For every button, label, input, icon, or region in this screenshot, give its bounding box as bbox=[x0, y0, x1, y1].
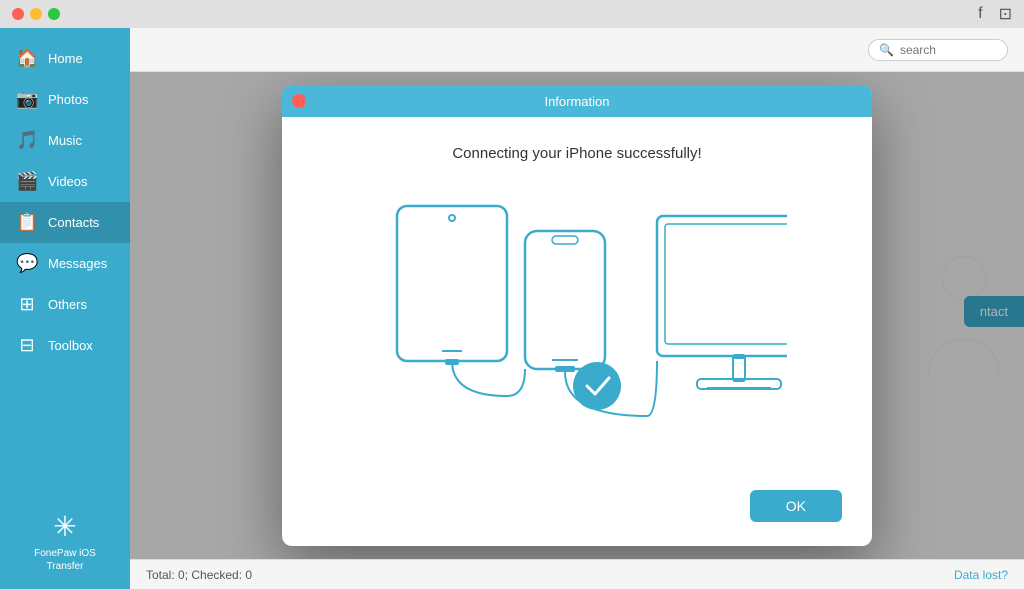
traffic-lights bbox=[12, 8, 60, 20]
search-input[interactable] bbox=[900, 43, 997, 57]
sidebar-item-toolbox[interactable]: ⊟ Toolbox bbox=[0, 325, 130, 366]
sidebar-item-messages[interactable]: 💬 Messages bbox=[0, 243, 130, 284]
videos-icon: 🎬 bbox=[16, 171, 38, 192]
app-name-label: FonePaw iOS Transfer bbox=[16, 547, 114, 573]
sidebar-item-home[interactable]: 🏠 Home bbox=[0, 38, 130, 79]
sidebar-item-contacts-label: Contacts bbox=[48, 215, 99, 230]
content-area: ntact Information Connecting your iPhone… bbox=[130, 72, 1024, 559]
contacts-icon: 📋 bbox=[16, 212, 38, 233]
sidebar-item-messages-label: Messages bbox=[48, 256, 107, 271]
modal-titlebar: Information bbox=[282, 85, 872, 117]
title-bar-right: f ⊡ bbox=[978, 4, 1012, 24]
toolbox-icon: ⊟ bbox=[16, 335, 38, 356]
connection-illustration bbox=[312, 186, 842, 446]
app-body: 🏠 Home 📷 Photos 🎵 Music 🎬 Videos 📋 Conta… bbox=[0, 28, 1024, 589]
sidebar-item-music-label: Music bbox=[48, 133, 82, 148]
photos-icon: 📷 bbox=[16, 89, 38, 110]
modal-close-button[interactable] bbox=[292, 94, 306, 108]
sidebar-item-others-label: Others bbox=[48, 297, 87, 312]
facebook-icon[interactable]: f bbox=[978, 5, 982, 23]
ok-button[interactable]: OK bbox=[750, 490, 842, 522]
sidebar-item-contacts[interactable]: 📋 Contacts bbox=[0, 202, 130, 243]
others-icon: ⊞ bbox=[16, 294, 38, 315]
messages-icon: 💬 bbox=[16, 253, 38, 274]
sidebar-bottom: ✳ FonePaw iOS Transfer bbox=[0, 494, 130, 589]
app-logo-icon: ✳ bbox=[53, 510, 76, 543]
sidebar-item-photos[interactable]: 📷 Photos bbox=[0, 79, 130, 120]
modal-overlay: Information Connecting your iPhone succe… bbox=[130, 72, 1024, 559]
title-bar: f ⊡ bbox=[0, 0, 1024, 28]
sidebar-item-home-label: Home bbox=[48, 51, 83, 66]
sidebar: 🏠 Home 📷 Photos 🎵 Music 🎬 Videos 📋 Conta… bbox=[0, 28, 130, 589]
status-text: Total: 0; Checked: 0 bbox=[146, 568, 252, 582]
search-box[interactable]: 🔍 bbox=[868, 39, 1008, 61]
home-icon: 🏠 bbox=[16, 48, 38, 69]
maximize-button[interactable] bbox=[48, 8, 60, 20]
modal-body: Connecting your iPhone successfully! bbox=[282, 117, 872, 490]
modal-title: Information bbox=[544, 94, 609, 109]
message-icon[interactable]: ⊡ bbox=[999, 4, 1012, 24]
sidebar-item-toolbox-label: Toolbox bbox=[48, 338, 93, 353]
sidebar-item-videos-label: Videos bbox=[48, 174, 88, 189]
sidebar-item-others[interactable]: ⊞ Others bbox=[0, 284, 130, 325]
sidebar-item-videos[interactable]: 🎬 Videos bbox=[0, 161, 130, 202]
top-bar: 🔍 bbox=[130, 28, 1024, 72]
main-content: 🔍 ntact Information bbox=[130, 28, 1024, 589]
sidebar-item-music[interactable]: 🎵 Music bbox=[0, 120, 130, 161]
search-icon: 🔍 bbox=[879, 43, 894, 57]
modal-dialog: Information Connecting your iPhone succe… bbox=[282, 85, 872, 546]
modal-message: Connecting your iPhone successfully! bbox=[452, 145, 701, 162]
bottom-bar: Total: 0; Checked: 0 Data lost? bbox=[130, 559, 1024, 589]
sidebar-item-photos-label: Photos bbox=[48, 92, 88, 107]
modal-footer: OK bbox=[282, 490, 872, 546]
close-button[interactable] bbox=[12, 8, 24, 20]
music-icon: 🎵 bbox=[16, 130, 38, 151]
minimize-button[interactable] bbox=[30, 8, 42, 20]
data-lost-link[interactable]: Data lost? bbox=[954, 568, 1008, 582]
